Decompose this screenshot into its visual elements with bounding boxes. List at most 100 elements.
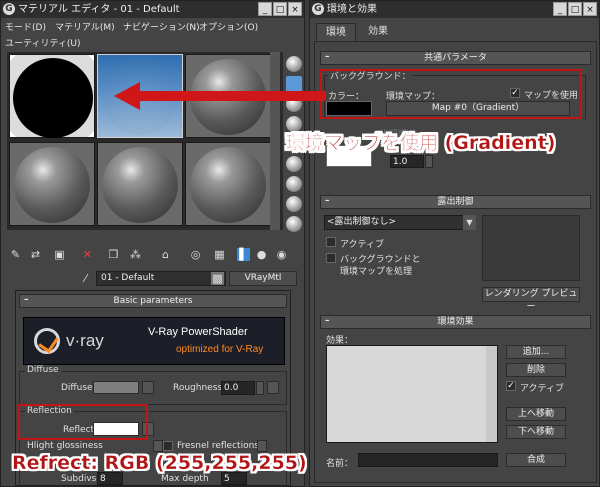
process-bg-label-2: 環境マップを処理 <box>340 267 413 277</box>
exposure-control-title: 露出制御 <box>437 197 474 207</box>
app-icon: G <box>312 3 324 15</box>
process-bg-checkbox[interactable] <box>326 253 336 263</box>
diffuse-group-title: Diffuse <box>25 365 61 375</box>
name-input[interactable] <box>358 453 498 467</box>
menu-navigation[interactable]: ナビゲーション(N) <box>123 20 200 33</box>
basic-parameters-title: Basic parameters <box>113 296 193 306</box>
material-name-field[interactable]: 01 - Default <box>96 271 226 286</box>
environment-titlebar[interactable]: G 環境と効果 _ □ × <box>310 1 599 18</box>
effects-active-label: アクティブ <box>520 384 565 394</box>
render-preview-button[interactable]: レンダリング プレビュー <box>482 287 580 312</box>
reset-icon[interactable]: ✕ <box>81 248 94 261</box>
menubar: モード(D) マテリアル(M) ナビゲーション(N) オプション(O) ユーティ… <box>1 18 304 49</box>
library-icon[interactable]: ⌂ <box>159 248 172 261</box>
fresnel-checkbox[interactable] <box>163 441 173 451</box>
max-depth-label: Max depth <box>161 474 209 484</box>
collapse-icon: – <box>325 316 330 326</box>
minimize-button[interactable]: _ <box>258 2 272 16</box>
sample-slot-5[interactable] <box>97 142 183 226</box>
subdivs-label: Subdivs <box>61 474 97 484</box>
common-parameters-header[interactable]: – 共通パラメータ <box>320 51 591 65</box>
hilight-glossiness-label: Hlight glossiness <box>27 441 103 451</box>
app-icon: G <box>3 3 15 15</box>
put-scene-icon[interactable]: ⇄ <box>29 248 42 261</box>
material-toolbar: ✎ ⇄ ▣ ✕ ❒ ⁂ ⌂ ◎ ▦ ▌ ● ◉ <box>9 248 301 262</box>
slot-corner-br <box>88 131 94 137</box>
slot-corner-tl <box>10 55 16 61</box>
exposure-control-header[interactable]: – 露出制御 <box>320 195 591 209</box>
close-button[interactable]: × <box>583 2 597 16</box>
collapse-icon: – <box>325 52 330 62</box>
effects-list[interactable] <box>326 345 498 443</box>
menu-material[interactable]: マテリアル(M) <box>55 20 115 33</box>
atmosphere-header[interactable]: – 環境効果 <box>320 315 591 329</box>
common-parameters-title: 共通パラメータ <box>424 53 487 63</box>
sample-slot-4[interactable] <box>9 142 95 226</box>
tint-level-input[interactable]: 1.0 <box>390 155 424 168</box>
unique-icon[interactable]: ⁂ <box>129 248 142 261</box>
chevron-down-icon[interactable]: ▼ <box>463 215 476 230</box>
move-down-button[interactable]: 下へ移動 <box>506 425 566 439</box>
exposure-select[interactable]: <露出制御なし> <box>324 215 476 230</box>
menu-utilities[interactable]: ユーティリティ(U) <box>5 36 81 49</box>
exposure-preview <box>482 215 580 281</box>
pick-icon[interactable] <box>286 196 302 212</box>
delete-button[interactable]: 削除 <box>506 363 566 377</box>
red-arrow-icon <box>114 82 326 110</box>
copy-icon[interactable]: ❒ <box>107 248 120 261</box>
roughness-input[interactable]: 0.0 <box>221 381 255 395</box>
menu-mode[interactable]: モード(D) <box>5 20 46 33</box>
go-sibling-icon[interactable]: ◉ <box>275 248 288 261</box>
material-editor-titlebar[interactable]: G マテリアル エディタ - 01 - Default _ □ × <box>1 1 304 18</box>
vray-title: V-Ray PowerShader <box>148 326 248 338</box>
material-type-button[interactable]: VRayMtl <box>229 271 297 286</box>
add-button[interactable]: 追加... <box>506 345 566 359</box>
roughness-label: Roughness <box>173 383 223 393</box>
menu-options[interactable]: オプション(O) <box>199 20 258 33</box>
fresnel-label: Fresnel reflections <box>177 441 259 451</box>
maximize-button[interactable]: □ <box>273 2 287 16</box>
mat-id-icon[interactable]: ◎ <box>189 248 202 261</box>
roughness-spinner[interactable] <box>256 381 264 395</box>
tint-level-spinner[interactable] <box>425 155 433 168</box>
sphere-icon[interactable] <box>286 56 302 72</box>
effects-list-scrollbar[interactable] <box>486 346 497 442</box>
window-title: マテリアル エディタ - 01 - Default <box>18 4 180 15</box>
show-end-icon[interactable]: ▌ <box>237 248 250 261</box>
get-material-icon[interactable]: ✎ <box>9 248 22 261</box>
roughness-map-button[interactable] <box>267 381 279 394</box>
sample-slot-grid <box>7 52 283 230</box>
assign-icon[interactable]: ▣ <box>53 248 66 261</box>
slot-scrollbar[interactable] <box>270 52 280 230</box>
go-parent-icon[interactable]: ● <box>255 248 268 261</box>
tab-environment[interactable]: 環境 <box>316 23 356 41</box>
black-sphere <box>13 58 93 138</box>
basic-parameters-header[interactable]: – Basic parameters <box>19 294 287 308</box>
exposure-active-label: アクティブ <box>340 240 385 250</box>
grey-sphere <box>102 147 178 223</box>
close-button[interactable]: × <box>288 2 302 16</box>
exposure-active-checkbox[interactable] <box>326 237 336 247</box>
maximize-button[interactable]: □ <box>568 2 582 16</box>
name-label: 名前： <box>326 459 354 469</box>
reflect-annotation: Refrect: RGB (255,255,255) <box>12 452 307 474</box>
options-icon[interactable] <box>286 156 302 172</box>
fresnel-lock-button[interactable] <box>257 440 267 452</box>
material-checker-icon[interactable]: ▩ <box>211 272 224 285</box>
vray-logo-text: v·ray <box>66 331 104 350</box>
tab-effects[interactable]: 効果 <box>358 23 398 41</box>
reset-icon[interactable] <box>286 216 302 232</box>
select-icon[interactable] <box>286 176 302 192</box>
minimize-button[interactable]: _ <box>553 2 567 16</box>
diffuse-swatch[interactable] <box>93 381 139 394</box>
show-map-icon[interactable]: ▦ <box>213 248 226 261</box>
vray-subtitle: optimized for V-Ray <box>176 344 264 355</box>
effects-active-checkbox[interactable]: ✓ <box>506 381 516 391</box>
sample-slot-1[interactable] <box>9 54 95 138</box>
diffuse-map-button[interactable] <box>142 381 154 394</box>
pick-eyedropper-icon[interactable]: ⁄ <box>79 272 92 285</box>
merge-button[interactable]: 合成 <box>506 453 566 467</box>
sample-slot-6[interactable] <box>185 142 271 226</box>
move-up-button[interactable]: 上へ移動 <box>506 407 566 421</box>
hilight-lock-button[interactable] <box>153 440 163 452</box>
